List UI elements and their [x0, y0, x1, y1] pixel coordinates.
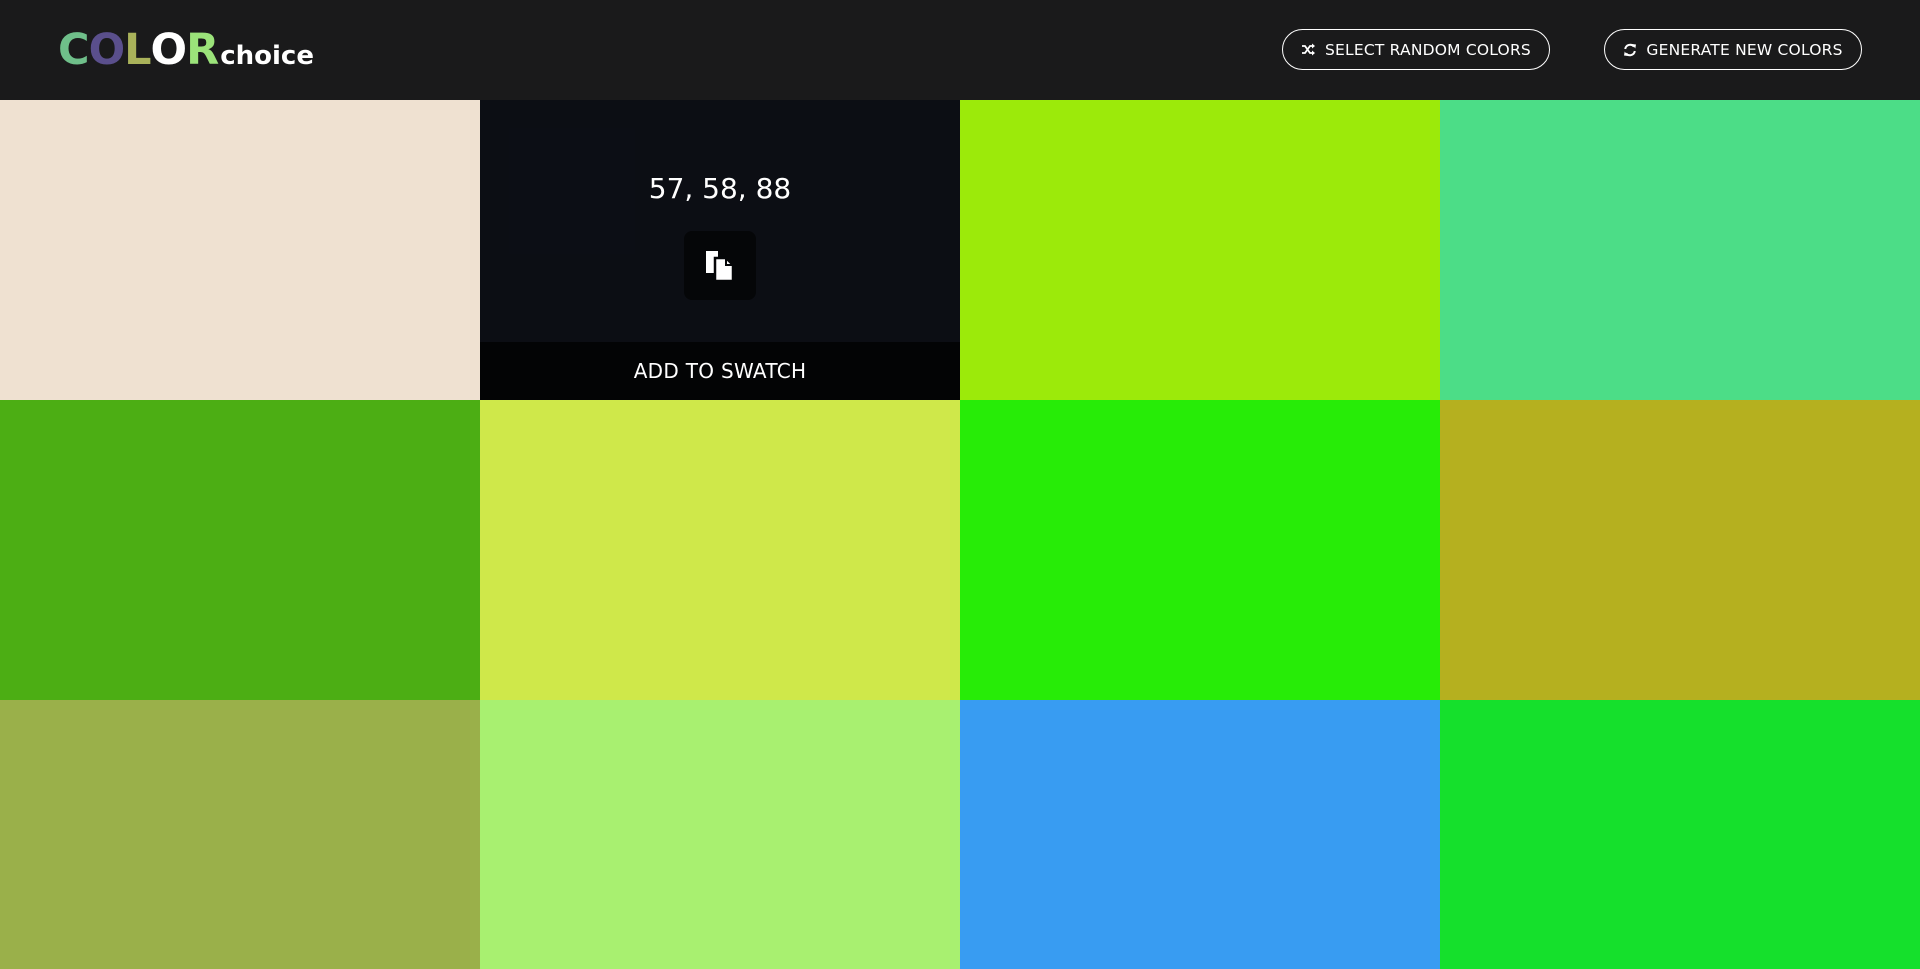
logo-letter-o1: O: [88, 25, 126, 75]
generate-new-colors-label: GENERATE NEW COLORS: [1646, 40, 1843, 59]
add-to-swatch-button[interactable]: ADD TO SWATCH: [480, 342, 960, 400]
color-swatch-3[interactable]: [960, 100, 1440, 400]
logo-letter-o2: O: [150, 25, 188, 75]
color-swatch-9[interactable]: [0, 700, 480, 969]
color-swatch-1[interactable]: [0, 100, 480, 400]
generate-new-colors-button[interactable]: GENERATE NEW COLORS: [1604, 29, 1862, 70]
color-swatch-5[interactable]: [0, 400, 480, 700]
app-logo[interactable]: C O L O R choice: [58, 28, 314, 72]
select-random-colors-label: SELECT RANDOM COLORS: [1325, 40, 1531, 59]
logo-suffix: choice: [220, 41, 314, 71]
color-swatch-10[interactable]: [480, 700, 960, 969]
color-swatch-2[interactable]: 57, 58, 88 ADD TO SWATCH: [480, 100, 960, 400]
logo-letter-r: R: [186, 25, 219, 75]
copy-icon: [706, 250, 735, 282]
logo-letter-c: C: [58, 25, 90, 75]
color-swatch-7[interactable]: [960, 400, 1440, 700]
color-swatch-12[interactable]: [1440, 700, 1920, 969]
color-swatch-8[interactable]: [1440, 400, 1920, 700]
top-navbar: C O L O R choice SELECT RANDOM COLORS GE…: [0, 0, 1920, 100]
color-grid: 57, 58, 88 ADD TO SWATCH: [0, 100, 1920, 969]
refresh-icon: [1624, 43, 1637, 56]
color-swatch-4[interactable]: [1440, 100, 1920, 400]
shuffle-icon: [1302, 43, 1315, 56]
swatch-hover-overlay: 57, 58, 88 ADD TO SWATCH: [480, 100, 960, 400]
logo-letter-l: L: [124, 25, 151, 75]
rgb-value: 57, 58, 88: [648, 172, 792, 205]
copy-button[interactable]: [684, 231, 756, 300]
color-swatch-6[interactable]: [480, 400, 960, 700]
color-swatch-11[interactable]: [960, 700, 1440, 969]
select-random-colors-button[interactable]: SELECT RANDOM COLORS: [1282, 29, 1550, 70]
